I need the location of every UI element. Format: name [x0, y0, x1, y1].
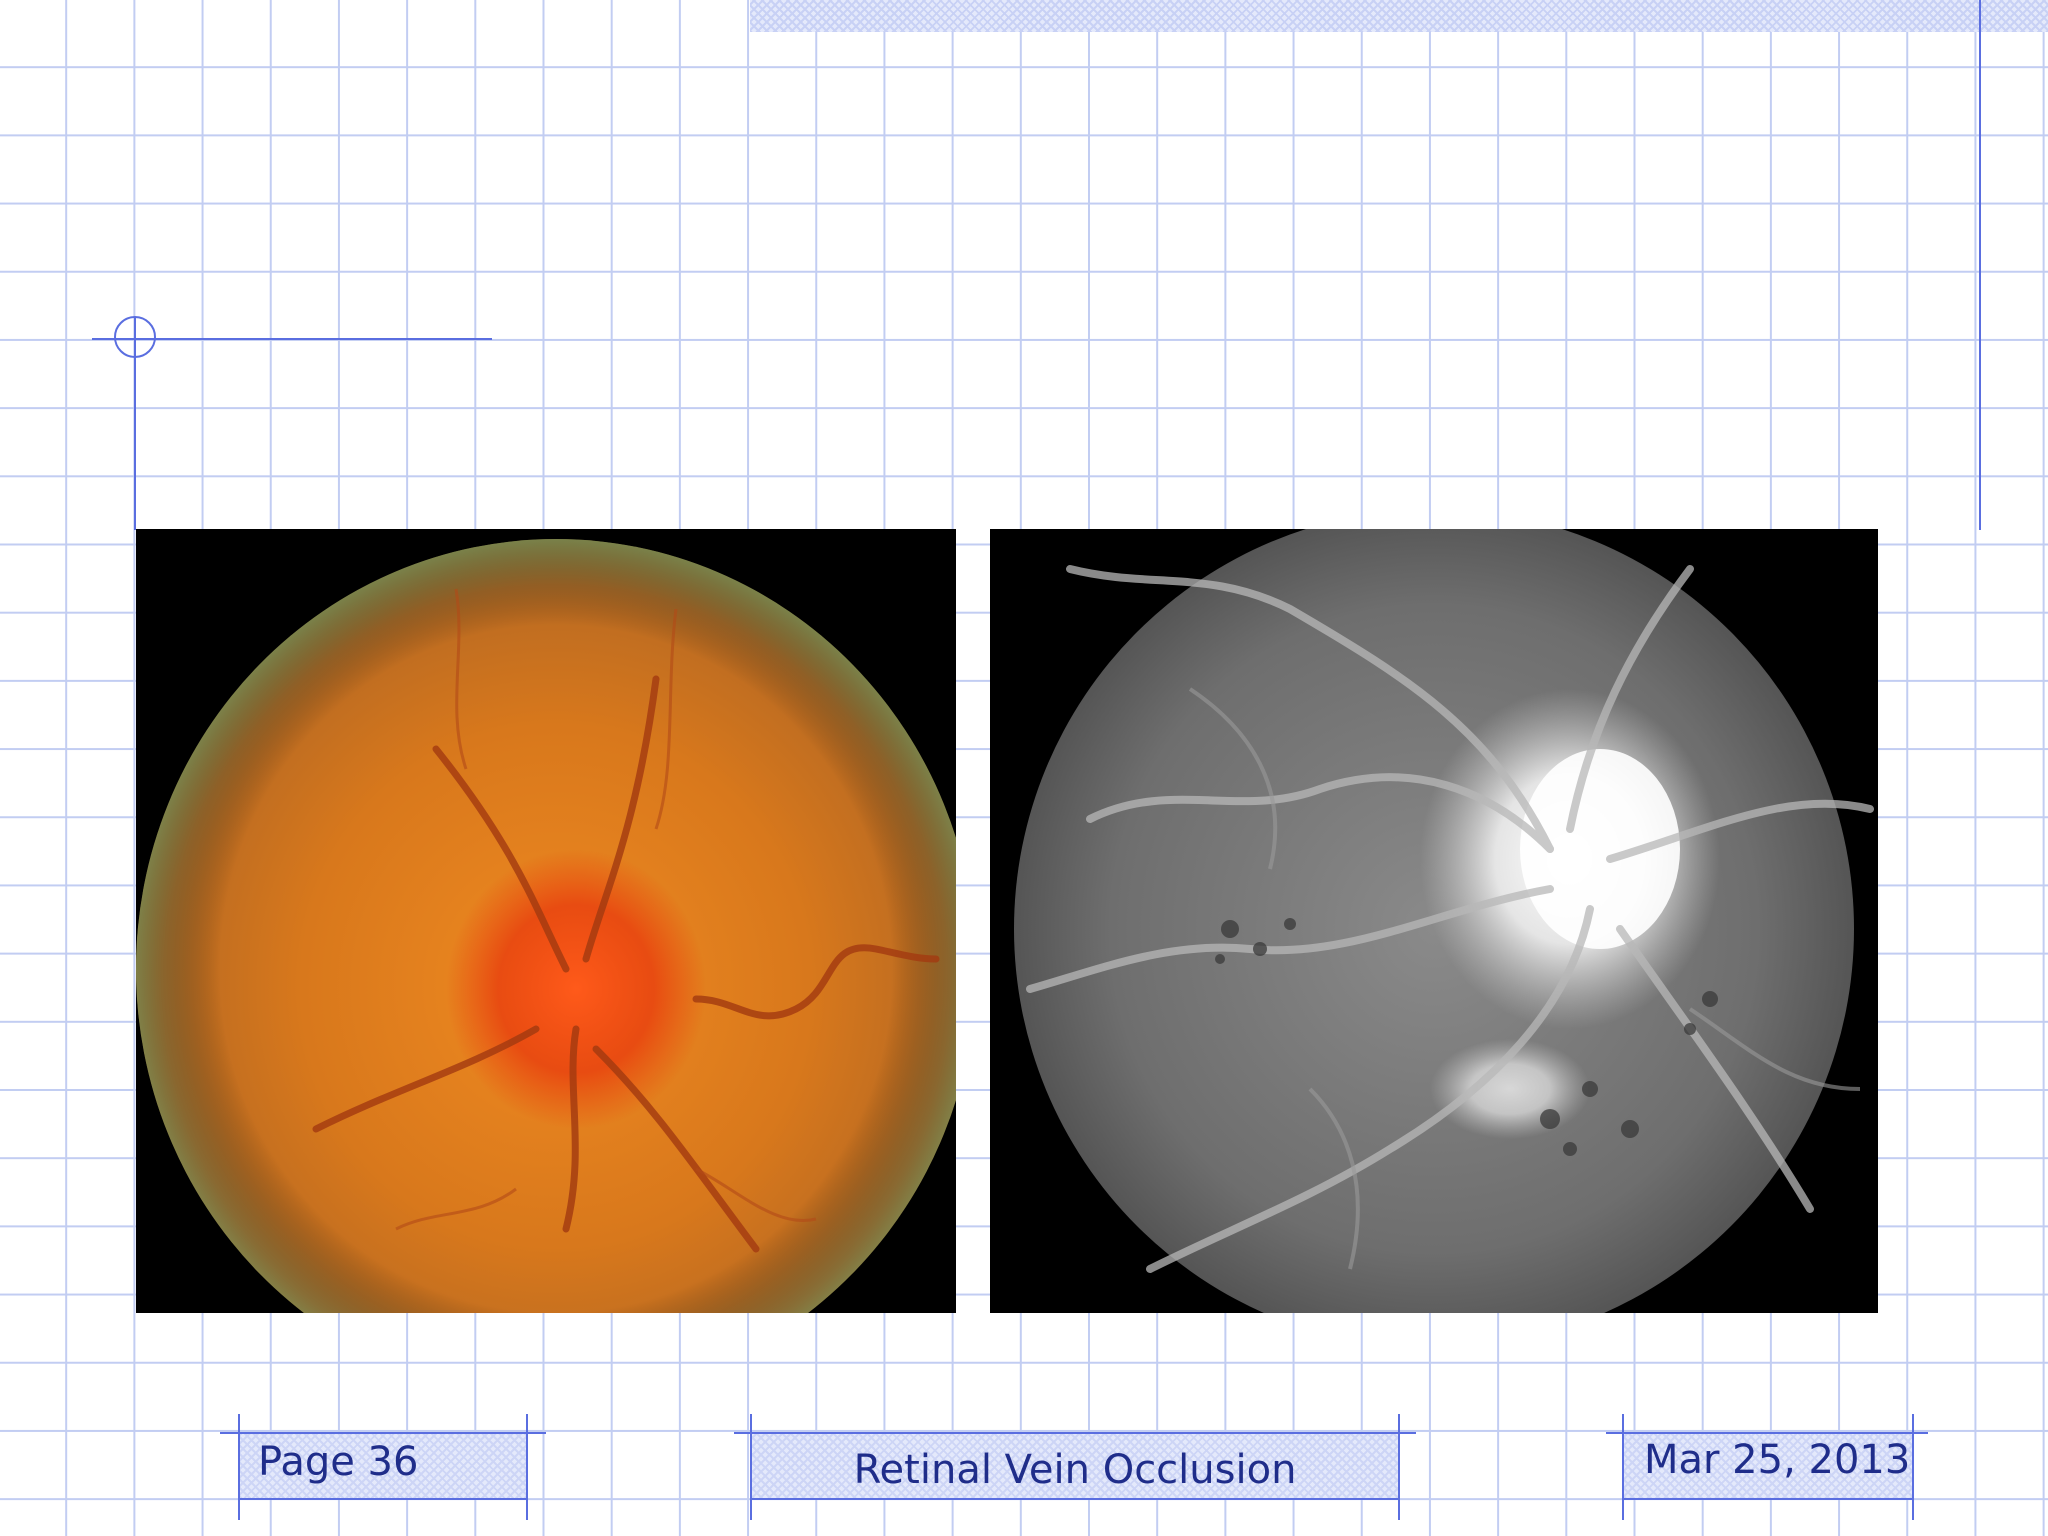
- footer-title-box: Retinal Vein Occlusion: [750, 1432, 1400, 1500]
- footer-page-right-tick: [526, 1414, 528, 1520]
- footer-page-top-tick: [220, 1432, 546, 1434]
- fluorescein-angiogram-photo: [990, 529, 1878, 1313]
- footer-title-right-tick: [1398, 1414, 1400, 1520]
- footer-page-number-box: Page 36: [238, 1432, 528, 1500]
- footer-date-box: Mar 25, 2013: [1622, 1432, 1914, 1500]
- top-decorative-band: [750, 0, 2048, 32]
- footer-title-left-tick: [750, 1414, 752, 1520]
- footer-date-right-tick: [1912, 1414, 1914, 1520]
- footer-date: Mar 25, 2013: [1644, 1437, 1911, 1483]
- footer-title: Retinal Vein Occlusion: [853, 1447, 1297, 1493]
- footer-date-left-tick: [1622, 1414, 1624, 1520]
- title-circle-ornament: [114, 316, 156, 358]
- footer-title-top-tick: [734, 1432, 1416, 1434]
- footer-date-top-tick: [1606, 1432, 1928, 1434]
- footer-page-left-tick: [238, 1414, 240, 1520]
- footer-page-number: Page 36: [258, 1439, 419, 1485]
- right-vertical-rule: [1979, 0, 1981, 530]
- color-fundus-photo: [136, 529, 956, 1313]
